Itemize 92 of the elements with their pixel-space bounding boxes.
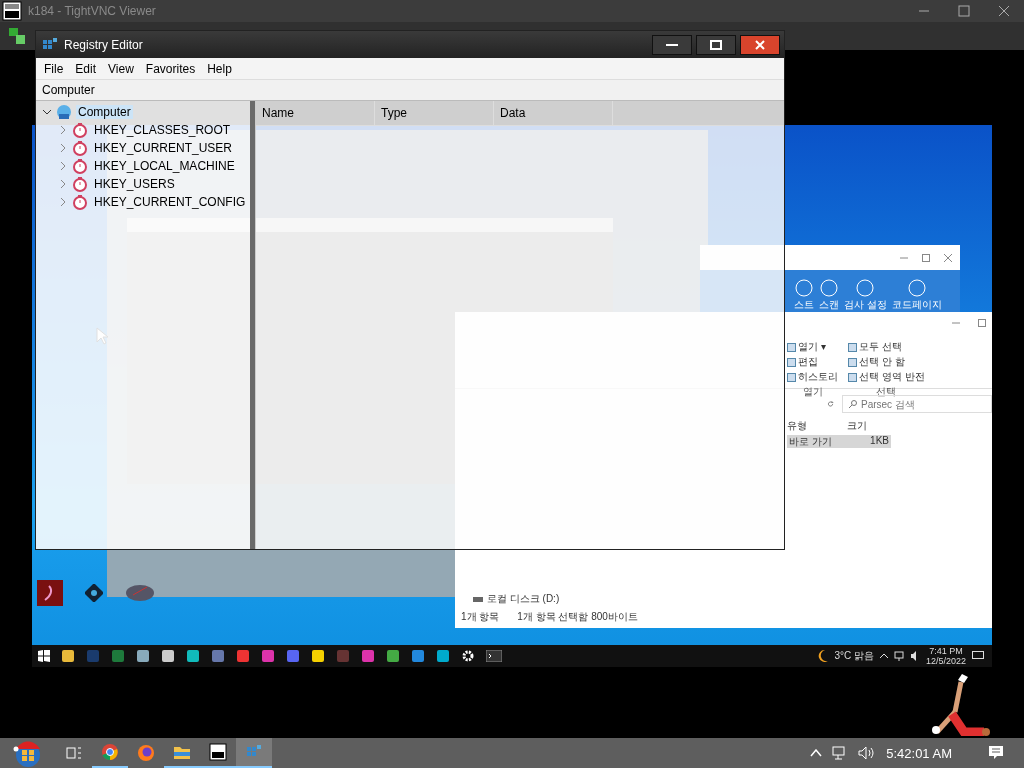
ribbon-command[interactable]: 편집 [798,355,818,369]
folder-icon[interactable] [173,744,191,760]
ribbon-command[interactable]: 선택 영역 반전 [859,370,925,384]
app-icon[interactable] [411,649,425,663]
menu-item[interactable]: Help [201,61,238,76]
vnc-logo-icon[interactable] [209,743,227,761]
clock-date[interactable]: 12/5/2022 [925,656,966,666]
tree-item[interactable]: HKEY_USERS [92,177,177,191]
registry-key-icon [72,122,88,138]
terminal-icon[interactable] [486,650,502,662]
registry-key-icon [72,194,88,210]
vnc-logo-icon [2,1,22,21]
minimize-icon [666,43,678,46]
app-shortcut-icon[interactable] [85,584,103,602]
app-shortcut-icon[interactable] [37,580,63,606]
column-header[interactable]: Data [494,101,613,125]
weather-text[interactable]: 3°C 맑음 [834,649,874,663]
ribbon-command[interactable]: 히스토리 [798,370,838,384]
chevron-right-icon[interactable] [58,143,68,153]
address-bar[interactable]: Computer [42,83,95,97]
menu-item[interactable]: Edit [69,61,103,76]
app-icon[interactable] [436,649,450,663]
tree-item[interactable]: HKEY_CURRENT_CONFIG [92,195,248,209]
tree-item[interactable]: HKEY_CURRENT_USER [92,141,235,155]
moon-icon [818,650,829,662]
minimize-button[interactable] [652,34,692,55]
app-icon[interactable] [136,649,150,663]
status-text: 1개 항목 선택함 800바이트 [517,610,638,624]
menu-item[interactable]: View [102,61,140,76]
chrome-icon[interactable] [101,743,119,761]
ribbon-command[interactable]: 선택 안 함 [859,355,905,369]
registry-key-icon [72,176,88,192]
app-icon[interactable] [61,649,75,663]
tool-label[interactable]: 스트 [794,298,814,312]
column-header[interactable]: 크기 [847,419,907,435]
app-icon[interactable] [386,649,400,663]
nav-item[interactable]: 로컬 디스크 (D:) [487,592,560,606]
tree-item[interactable]: HKEY_LOCAL_MACHINE [92,159,237,173]
tool-icon[interactable] [855,278,876,298]
refresh-icon[interactable] [827,399,834,409]
registry-key-icon [72,140,88,156]
menu-item[interactable]: Favorites [139,61,202,76]
file-row[interactable]: 바로 가기 1KB [787,435,891,448]
tool-icon[interactable] [906,278,927,298]
task-view-icon[interactable] [66,746,82,760]
ribbon-command[interactable]: 열기 ▾ [798,340,826,354]
search-field[interactable]: Parsec 검색 [842,395,992,413]
network-icon[interactable] [893,651,904,661]
tree-item[interactable]: Computer [76,105,133,119]
firefox-icon[interactable] [137,744,155,762]
app-icon[interactable] [161,649,175,663]
start-icon[interactable] [38,650,50,662]
tool-label[interactable]: 검사 설정 [844,298,887,312]
menu-item[interactable]: File [38,61,70,76]
chevron-right-icon[interactable] [58,161,68,171]
maximize-button[interactable] [696,34,736,55]
chevron-down-icon[interactable] [42,107,52,117]
chevron-up-icon[interactable] [879,653,888,659]
connection-icon[interactable] [8,27,26,45]
status-text: 1개 항목 [461,610,500,624]
close-icon [755,39,765,50]
ribbon-command[interactable]: 모두 선택 [859,340,902,354]
start-orb-icon[interactable] [13,739,43,767]
computer-icon [56,104,72,120]
column-header[interactable]: Name [256,101,375,125]
notification-icon[interactable] [988,745,1004,761]
app-icon[interactable] [186,649,200,663]
maximize-icon [710,39,722,50]
tool-icon[interactable] [819,278,839,298]
tool-label[interactable]: 스캔 [819,298,839,312]
search-icon [849,400,857,408]
window-title: Registry Editor [64,37,143,52]
column-header[interactable]: Type [375,101,494,125]
drive-icon [473,595,483,603]
app-icon[interactable] [311,649,325,663]
clock-time[interactable]: 7:41 PM [929,646,963,656]
column-header[interactable]: 유형 [787,419,847,435]
tool-icon[interactable] [794,278,814,298]
notification-icon[interactable] [972,651,984,661]
settings-icon[interactable] [461,649,475,663]
disc-icon[interactable] [125,583,155,603]
speaker-icon[interactable] [858,746,877,760]
chevron-right-icon[interactable] [58,197,68,207]
tree-item[interactable]: HKEY_CLASSES_ROOT [92,123,233,137]
chevron-right-icon[interactable] [58,179,68,189]
registry-key-icon [72,158,88,174]
group-label: 열기 [802,385,823,399]
close-button[interactable] [740,34,780,55]
clock-time[interactable]: 5:42:01 AM [886,745,952,761]
window-title: k184 - TightVNC Viewer [28,4,156,18]
chevron-right-icon[interactable] [58,125,68,135]
tool-label[interactable]: 코드페이지 [891,298,942,312]
